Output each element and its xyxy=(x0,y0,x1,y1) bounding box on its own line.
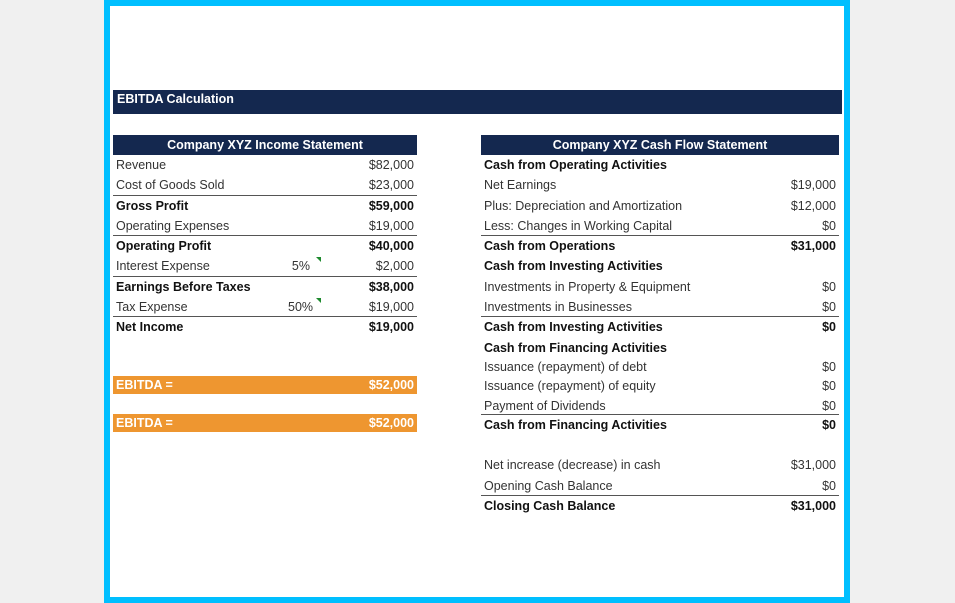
row-label: Investments in Property & Equipment xyxy=(484,279,691,294)
row-value: $0 xyxy=(822,359,836,374)
row-value: $38,000 xyxy=(368,279,414,294)
row-value: $31,000 xyxy=(790,458,836,473)
spacer-row xyxy=(481,435,839,455)
table-row[interactable]: Opening Cash Balance $0 xyxy=(481,476,839,497)
table-row[interactable]: Cash from Financing Activities xyxy=(481,338,839,357)
ebitda-box-1[interactable]: EBITDA = $52,000 xyxy=(113,376,417,394)
row-value: $19,000 xyxy=(368,320,414,335)
table-row[interactable]: Issuance (repayment) of debt $0 xyxy=(481,357,839,376)
table-row[interactable]: Cash from Operating Activities xyxy=(481,155,839,175)
row-value: $31,000 xyxy=(790,239,836,254)
row-label: Interest Expense xyxy=(116,259,210,274)
row-label: Cash from Investing Activities xyxy=(484,320,663,335)
row-label: Plus: Depreciation and Amortization xyxy=(484,198,683,213)
table-row[interactable]: Cash from Investing Activities xyxy=(481,256,839,276)
table-row[interactable]: Cash from Operations $31,000 xyxy=(481,236,839,256)
row-value: $19,000 xyxy=(368,300,414,315)
cash-flow-statement-table: Company XYZ Cash Flow Statement Cash fro… xyxy=(481,135,839,516)
table-row[interactable]: Net increase (decrease) in cash $31,000 xyxy=(481,455,839,475)
row-label: Opening Cash Balance xyxy=(484,478,613,493)
cash-flow-statement-header: Company XYZ Cash Flow Statement xyxy=(481,135,839,155)
ebitda-box-2[interactable]: EBITDA = $52,000 xyxy=(113,414,417,432)
row-label: Cash from Investing Activities xyxy=(484,259,663,274)
row-label: Net Income xyxy=(116,320,184,335)
row-value: $0 xyxy=(822,218,836,233)
table-row[interactable]: Investments in Businesses $0 xyxy=(481,297,839,318)
table-row[interactable]: Issuance (repayment) of equity $0 xyxy=(481,376,839,395)
row-label: Less: Changes in Working Capital xyxy=(484,218,673,233)
row-value: $40,000 xyxy=(368,239,414,254)
row-label: Cost of Goods Sold xyxy=(116,178,225,193)
row-value: $12,000 xyxy=(790,198,836,213)
income-statement-table: Company XYZ Income Statement Revenue $82,… xyxy=(113,135,417,338)
row-label: Cash from Financing Activities xyxy=(484,340,667,355)
row-label: Cash from Financing Activities xyxy=(484,417,667,432)
ebitda-value: $52,000 xyxy=(368,378,414,392)
row-rate-input[interactable]: 50% xyxy=(288,297,313,317)
table-row[interactable]: Closing Cash Balance $31,000 xyxy=(481,496,839,516)
table-row[interactable]: Gross Profit $59,000 xyxy=(113,196,417,216)
row-label: Cash from Operating Activities xyxy=(484,158,667,172)
row-label: Net Earnings xyxy=(484,178,557,193)
row-value: $0 xyxy=(822,398,836,413)
row-value: $19,000 xyxy=(790,178,836,193)
table-row[interactable]: Net Earnings $19,000 xyxy=(481,175,839,195)
row-label: Earnings Before Taxes xyxy=(116,279,251,294)
table-row[interactable]: Cost of Goods Sold $23,000 xyxy=(113,175,417,196)
row-value: $0 xyxy=(822,417,836,432)
row-value: $0 xyxy=(822,478,836,493)
ebitda-label: EBITDA = xyxy=(116,378,173,392)
ebitda-label: EBITDA = xyxy=(116,416,173,430)
row-label: Closing Cash Balance xyxy=(484,499,616,514)
row-value: $0 xyxy=(822,279,836,294)
row-label: Tax Expense xyxy=(116,300,188,315)
table-row[interactable]: Payment of Dividends $0 xyxy=(481,396,839,415)
row-value: $31,000 xyxy=(790,499,836,514)
row-value: $82,000 xyxy=(368,158,414,172)
row-label: Payment of Dividends xyxy=(484,398,606,413)
table-row[interactable]: Cash from Financing Activities $0 xyxy=(481,415,839,435)
table-row[interactable]: Earnings Before Taxes $38,000 xyxy=(113,277,417,297)
row-label: Gross Profit xyxy=(116,198,189,213)
row-label: Net increase (decrease) in cash xyxy=(484,458,661,473)
table-row[interactable]: Revenue $82,000 xyxy=(113,155,417,175)
row-label: Cash from Operations xyxy=(484,239,616,254)
table-row[interactable]: Plus: Depreciation and Amortization $12,0… xyxy=(481,196,839,216)
sheet-title: EBITDA Calculation xyxy=(113,90,842,114)
cell-comment-indicator-icon xyxy=(316,298,321,304)
table-row[interactable]: Operating Expenses $19,000 xyxy=(113,216,417,237)
row-label: Operating Expenses xyxy=(116,218,230,233)
table-row[interactable]: Less: Changes in Working Capital $0 xyxy=(481,216,839,237)
row-label: Operating Profit xyxy=(116,239,212,254)
table-row[interactable]: Investments in Property & Equipment $0 xyxy=(481,277,839,297)
ebitda-value: $52,000 xyxy=(368,416,414,430)
row-value: $0 xyxy=(822,320,836,335)
row-value: $0 xyxy=(822,379,836,394)
cell-comment-indicator-icon xyxy=(316,257,321,263)
table-row[interactable]: Operating Profit $40,000 xyxy=(113,236,417,256)
row-value: $23,000 xyxy=(368,178,414,193)
table-row[interactable]: Tax Expense 50% $19,000 xyxy=(113,297,417,318)
table-row[interactable]: Interest Expense 5% $2,000 xyxy=(113,256,417,277)
row-label: Revenue xyxy=(116,158,167,172)
row-label: Issuance (repayment) of equity xyxy=(484,379,656,394)
row-value: $2,000 xyxy=(375,259,414,274)
table-row[interactable]: Cash from Investing Activities $0 xyxy=(481,317,839,337)
row-value: $59,000 xyxy=(368,198,414,213)
row-rate-input[interactable]: 5% xyxy=(288,256,310,276)
row-label: Investments in Businesses xyxy=(484,300,632,315)
row-value: $19,000 xyxy=(368,218,414,233)
table-row[interactable]: Net Income $19,000 xyxy=(113,317,417,337)
income-statement-header: Company XYZ Income Statement xyxy=(113,135,417,155)
row-value: $0 xyxy=(822,300,836,315)
row-label: Issuance (repayment) of debt xyxy=(484,359,647,374)
